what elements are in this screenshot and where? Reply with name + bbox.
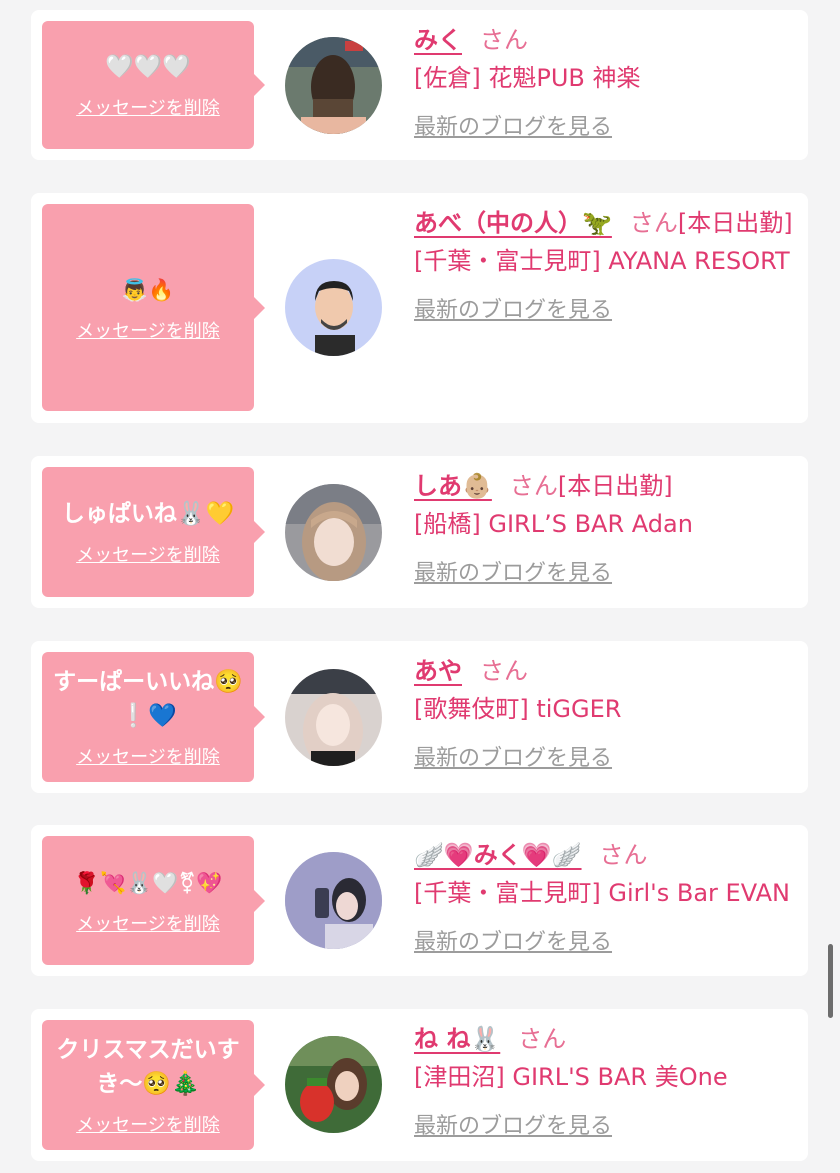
delete-message-link[interactable]: メッセージを削除: [76, 1111, 220, 1137]
cast-name-link[interactable]: みく: [414, 26, 462, 54]
name-line: ね ね🐰 さん: [414, 1020, 794, 1058]
shop-name: [船橋] GIRL’S BAR Adan: [414, 510, 693, 538]
message-bubble: 🌹💘🐰🤍⚧💖 メッセージを削除: [42, 836, 265, 965]
latest-blog-link[interactable]: 最新のブログを見る: [414, 740, 794, 778]
message-card: 👼🔥 メッセージを削除 あべ（中の人）🦖 さん[本日出勤] [千葉・富士見町] A…: [31, 193, 808, 423]
avatar[interactable]: [285, 37, 382, 134]
cast-info: みく さん [佐倉] 花魁PUB 神楽 最新のブログを見る: [414, 21, 794, 147]
avatar[interactable]: [285, 1036, 382, 1133]
cast-name-link[interactable]: 🪽💗みく💗🪽: [414, 841, 582, 869]
honorific: さん: [509, 472, 558, 500]
name-line: しあ👶🏼 さん[本日出勤]: [414, 467, 794, 505]
shop-name: [千葉・富士見町] Girl's Bar EVAN: [414, 879, 790, 907]
cast-info: ね ね🐰 さん [津田沼] GIRL'S BAR 美One 最新のブログを見る: [414, 1020, 794, 1146]
honorific: さん: [599, 841, 648, 869]
name-line: 🪽💗みく💗🪽 さん: [414, 836, 794, 874]
message-bubble: クリスマスだいすき〜🥺🎄 メッセージを削除: [42, 1020, 265, 1150]
message-text: しゅぱいね🐰💛: [61, 501, 235, 527]
message-bubble: 🤍🤍🤍 メッセージを削除: [42, 21, 265, 149]
delete-message-link[interactable]: メッセージを削除: [76, 910, 220, 936]
cast-name-link[interactable]: あや: [414, 657, 462, 685]
latest-blog-link[interactable]: 最新のブログを見る: [414, 109, 794, 147]
latest-blog-link[interactable]: 最新のブログを見る: [414, 555, 794, 593]
cast-name-link[interactable]: しあ👶🏼: [414, 472, 492, 500]
latest-blog-link[interactable]: 最新のブログを見る: [414, 924, 794, 962]
message-text: 🌹💘🐰🤍⚧💖: [73, 870, 223, 895]
delete-message-link[interactable]: メッセージを削除: [76, 94, 220, 120]
honorific: さん: [629, 209, 678, 237]
shop-name: [歌舞伎町] tiGGER: [414, 695, 622, 723]
message-text: 🤍🤍🤍: [105, 54, 191, 80]
cast-info: しあ👶🏼 さん[本日出勤] [船橋] GIRL’S BAR Adan 最新のブログ…: [414, 467, 794, 593]
status-text: [本日出勤]: [677, 209, 793, 237]
cast-info: あや さん [歌舞伎町] tiGGER 最新のブログを見る: [414, 652, 794, 778]
message-bubble: すーぱーいいね🥺❕💙 メッセージを削除: [42, 652, 265, 782]
latest-blog-link[interactable]: 最新のブログを見る: [414, 1108, 794, 1146]
cast-info: 🪽💗みく💗🪽 さん [千葉・富士見町] Girl's Bar EVAN 最新のブロ…: [414, 836, 794, 962]
message-card: クリスマスだいすき〜🥺🎄 メッセージを削除 ね ね🐰 さん [津田沼] GIRL'…: [31, 1009, 808, 1161]
delete-message-link[interactable]: メッセージを削除: [76, 317, 220, 343]
shop-name: [佐倉] 花魁PUB 神楽: [414, 64, 641, 92]
shop-name: [津田沼] GIRL'S BAR 美One: [414, 1063, 728, 1091]
cast-name-link[interactable]: ね ね🐰: [414, 1025, 500, 1053]
delete-message-link[interactable]: メッセージを削除: [76, 541, 220, 567]
name-line: あや さん: [414, 652, 794, 690]
scrollbar[interactable]: [828, 944, 833, 1018]
message-text: すーぱーいいね🥺❕💙: [53, 669, 243, 729]
message-card: すーぱーいいね🥺❕💙 メッセージを削除 あや さん [歌舞伎町] tiGGER 最…: [31, 641, 808, 793]
avatar[interactable]: [285, 484, 382, 581]
delete-message-link[interactable]: メッセージを削除: [76, 743, 220, 769]
message-bubble: 👼🔥 メッセージを削除: [42, 204, 265, 411]
cast-name-link[interactable]: あべ（中の人）🦖: [414, 209, 612, 237]
message-text: クリスマスだいすき〜🥺🎄: [56, 1037, 240, 1097]
message-card: しゅぱいね🐰💛 メッセージを削除 しあ👶🏼 さん[本日出勤] [船橋] GIRL’…: [31, 456, 808, 608]
status-text: [本日出勤]: [557, 472, 673, 500]
avatar[interactable]: [285, 669, 382, 766]
message-card: 🌹💘🐰🤍⚧💖 メッセージを削除 🪽💗みく💗🪽 さん [千葉・富士見町] Girl'…: [31, 825, 808, 976]
message-text: 👼🔥: [121, 277, 175, 302]
cast-info: あべ（中の人）🦖 さん[本日出勤] [千葉・富士見町] AYANA RESORT …: [414, 204, 794, 330]
honorific: さん: [518, 1025, 567, 1053]
honorific: さん: [480, 26, 528, 54]
shop-name: [千葉・富士見町] AYANA RESORT: [414, 247, 790, 275]
avatar[interactable]: [285, 259, 382, 356]
avatar[interactable]: [285, 852, 382, 949]
name-line: みく さん: [414, 21, 794, 59]
latest-blog-link[interactable]: 最新のブログを見る: [414, 292, 794, 330]
message-card: 🤍🤍🤍 メッセージを削除 みく さん [佐倉] 花魁PUB 神楽 最新のブログを見…: [31, 10, 808, 160]
name-line: あべ（中の人）🦖 さん[本日出勤]: [414, 204, 794, 242]
honorific: さん: [480, 657, 528, 685]
message-bubble: しゅぱいね🐰💛 メッセージを削除: [42, 467, 265, 597]
